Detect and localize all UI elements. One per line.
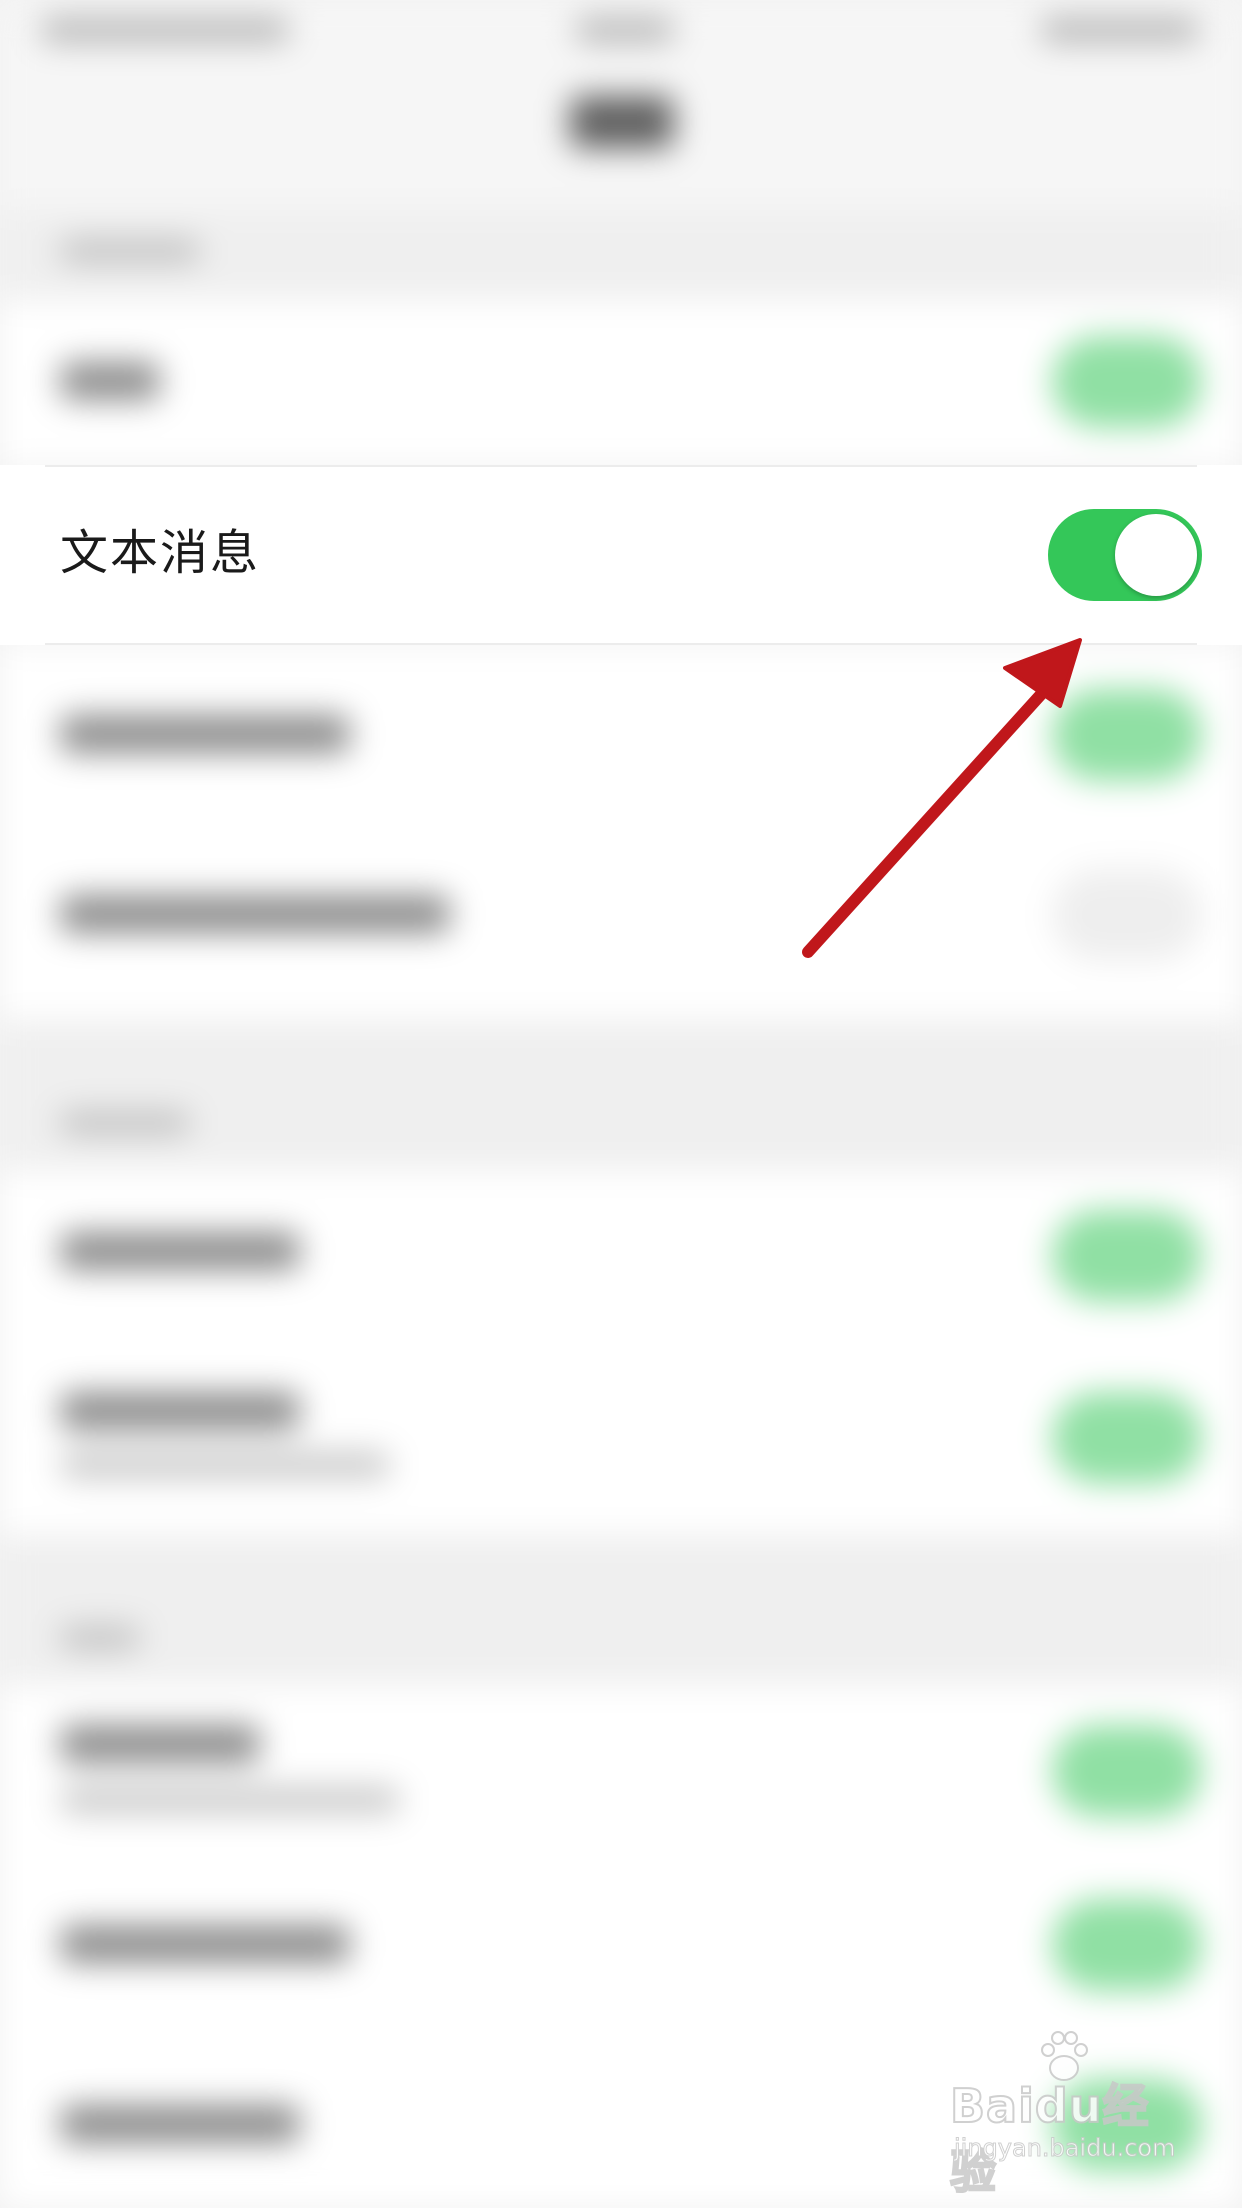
settings-row[interactable]: [0, 825, 1242, 1020]
status-center: [575, 18, 675, 42]
settings-row[interactable]: [0, 300, 1242, 465]
settings-row[interactable]: [0, 1340, 1242, 1535]
row-divider-bottom: [45, 643, 1197, 645]
status-right: [1040, 18, 1200, 42]
section-header: [0, 1020, 1242, 1170]
row-divider-top: [45, 465, 1197, 467]
status-bar: [0, 0, 1242, 60]
nav-title: [570, 96, 674, 148]
status-left: [40, 18, 290, 42]
settings-row[interactable]: [0, 1855, 1242, 2035]
section-header: [0, 210, 1242, 300]
settings-row[interactable]: [0, 1170, 1242, 1340]
text-message-toggle[interactable]: [1048, 509, 1202, 601]
watermark-url: jingyan.baidu.com: [953, 2134, 1176, 2163]
blurred-background: [0, 0, 1242, 2208]
navigation-bar: [0, 60, 1242, 210]
settings-row[interactable]: [0, 645, 1242, 825]
baidu-watermark: Baidu经验 jingyan.baidu.com: [949, 2031, 1190, 2200]
settings-row[interactable]: [0, 1685, 1242, 1855]
section-header: [0, 1535, 1242, 1685]
text-message-label: 文本消息: [60, 525, 261, 581]
toggle-knob: [1115, 514, 1197, 596]
text-message-row[interactable]: 文本消息: [0, 465, 1242, 645]
